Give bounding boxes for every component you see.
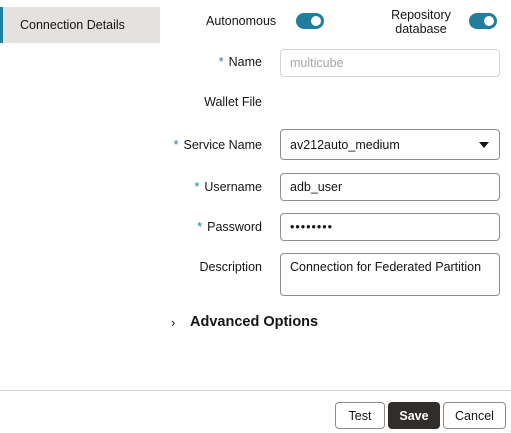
footer-divider	[0, 390, 511, 391]
required-marker: *	[197, 220, 203, 234]
sidebar-item-connection-details[interactable]: Connection Details	[0, 7, 160, 43]
password-input[interactable]	[280, 213, 500, 241]
sidebar-item-label: Connection Details	[20, 18, 125, 32]
repository-database-label: Repository database	[390, 8, 452, 36]
description-label: Description	[199, 260, 262, 274]
service-name-label: * Service Name	[174, 138, 262, 152]
wallet-file-label: Wallet File	[204, 95, 262, 109]
save-button[interactable]: Save	[388, 402, 440, 429]
name-label: * Name	[219, 55, 262, 69]
username-input[interactable]	[280, 173, 500, 201]
chevron-right-icon: ›	[171, 314, 176, 330]
repository-database-toggle[interactable]	[469, 13, 497, 29]
service-name-value: av212auto_medium	[290, 137, 400, 152]
cancel-button[interactable]: Cancel	[443, 402, 506, 429]
advanced-options-label: Advanced Options	[190, 314, 319, 330]
name-label-text: Name	[228, 55, 262, 69]
advanced-options-toggle[interactable]: › Advanced Options	[171, 314, 318, 330]
autonomous-toggle[interactable]	[296, 13, 324, 29]
chevron-down-icon	[479, 141, 489, 148]
description-textarea[interactable]: Connection for Federated Partition	[280, 253, 500, 296]
required-marker: *	[194, 180, 200, 194]
required-marker: *	[218, 55, 224, 69]
toggle-knob	[311, 16, 321, 26]
repository-label-line2: database	[395, 22, 447, 36]
test-button[interactable]: Test	[335, 402, 385, 429]
autonomous-label: Autonomous	[206, 14, 277, 28]
service-name-label-text: Service Name	[183, 138, 263, 152]
username-label: * Username	[194, 180, 262, 194]
required-marker: *	[173, 138, 179, 152]
toggle-knob	[484, 16, 494, 26]
sidebar: Connection Details	[0, 0, 162, 433]
service-name-select[interactable]: av212auto_medium	[280, 129, 500, 160]
password-label: * Password	[197, 220, 262, 234]
repository-label-line1: Repository	[391, 8, 451, 22]
name-input[interactable]	[280, 49, 500, 77]
username-label-text: Username	[204, 180, 262, 194]
password-label-text: Password	[207, 220, 262, 234]
